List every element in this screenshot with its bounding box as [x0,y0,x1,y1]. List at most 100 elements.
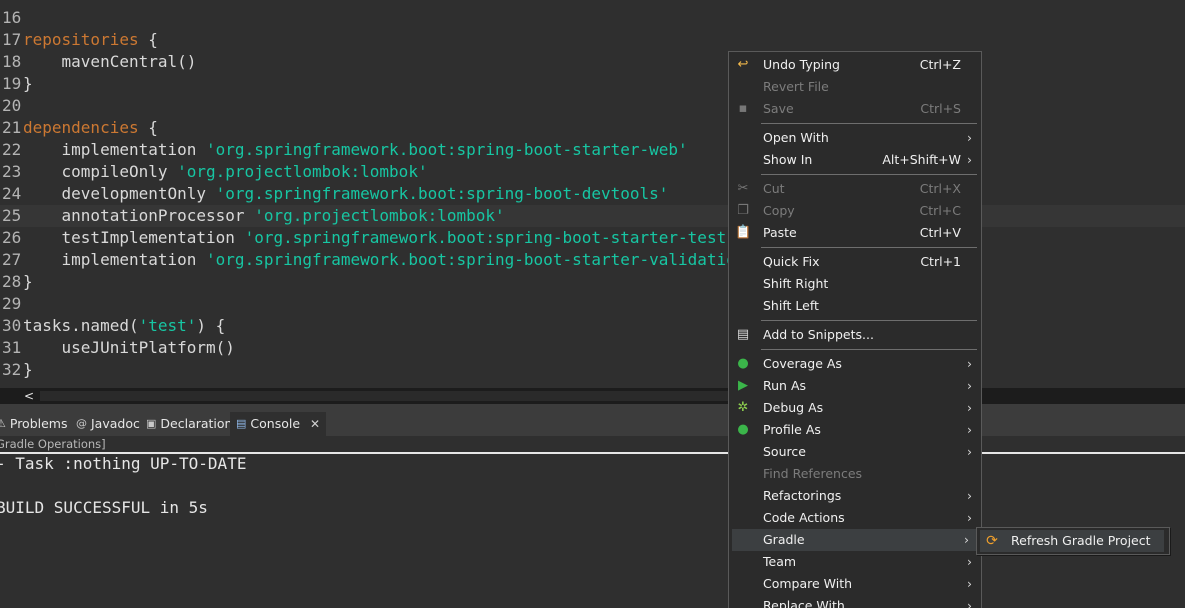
code-token: implementation [23,250,207,269]
menu-item-source[interactable]: Source › [729,441,981,463]
code-line[interactable]: 21 dependencies { [0,117,1185,139]
code-line[interactable]: 30 tasks.named('test') { [0,315,1185,337]
shortcut-label: Ctrl+1 [920,254,961,269]
menu-item-label: Paste [763,225,797,240]
chevron-right-icon: › [967,378,972,393]
code-line[interactable]: 27 implementation 'org.springframework.b… [0,249,1185,271]
tab-javadoc[interactable]: @ Javadoc [76,412,140,436]
code-token: useJUnitPlatform() [23,338,235,357]
chevron-right-icon: › [964,532,969,547]
menu-item-shift-left[interactable]: Shift Left [729,295,981,317]
menu-item-gradle[interactable]: Gradle › [732,529,978,551]
code-line[interactable]: 18 mavenCentral() [0,51,1185,73]
refresh-gradle-project-item[interactable]: ⟳ Refresh Gradle Project [980,530,1164,552]
code-line[interactable]: 28} [0,271,1185,293]
close-icon[interactable]: ✕ [310,412,320,436]
code-line[interactable]: 23 compileOnly 'org.projectlombok:lombok… [0,161,1185,183]
code-token: } [23,74,33,93]
shortcut-label: Ctrl+Z [919,57,961,72]
menu-item-replace-with[interactable]: Replace With › [729,595,981,608]
menu-item-profile-as[interactable]: ● Profile As › [729,419,981,441]
console-view[interactable]: Gradle Operations] - Task :nothing UP-TO… [0,436,1185,607]
menu-item-coverage-as[interactable]: ● Coverage As › [729,353,981,375]
menu-item-label: Revert File [763,79,829,94]
code-token: } [23,272,33,291]
save-icon: ▪ [738,101,748,116]
menu-item-label: Compare With [763,576,853,591]
chevron-right-icon: › [967,152,972,167]
menu-item-quick-fix[interactable]: Quick Fix Ctrl+1 [729,251,981,273]
menu-item-label: Find References [763,466,863,481]
string-literal: 'org.springframework.boot:spring-boot-st… [206,140,688,159]
coverage-icon: ● [737,356,749,371]
shortcut-label: Alt+Shift+W [882,152,961,167]
menu-item-refactorings[interactable]: Refactorings › [729,485,981,507]
string-literal: 'org.springframework.boot:spring-boot-st… [206,250,756,269]
code-text: } [23,271,33,293]
code-text: dependencies { [23,117,158,139]
menu-item-label: Source [763,444,806,459]
menu-item-team[interactable]: Team › [729,551,981,573]
console-title: Gradle Operations] [0,437,106,451]
menu-item-label: Gradle [763,532,805,547]
code-line[interactable]: 29 [0,293,1185,315]
code-editor[interactable]: 16 17 repositories {18 mavenCentral() 19} 20… [0,0,1185,388]
code-line[interactable]: 19} [0,73,1185,95]
menu-item-label: Show In [763,152,813,167]
refresh-icon: ⟳ [986,533,998,549]
debug-icon: ✲ [737,400,749,415]
code-token: { [138,30,158,49]
code-text: implementation 'org.springframework.boot… [23,249,756,271]
code-line[interactable]: 32} [0,359,1185,381]
menu-item-label: Undo Typing [763,57,840,72]
tab-label: Declaration [160,416,233,431]
menu-item-paste[interactable]: 📋 Paste Ctrl+V [729,222,981,244]
code-line[interactable]: 22 implementation 'org.springframework.b… [0,139,1185,161]
menu-item-find-references: Find References [729,463,981,485]
copy-icon: ❐ [737,203,749,218]
line-number: 25 [2,206,22,225]
chevron-right-icon: › [967,356,972,371]
code-text: compileOnly 'org.projectlombok:lombok' [23,161,428,183]
menu-item-cut: ✂ Cut Ctrl+X [729,178,981,200]
menu-item-compare-with[interactable]: Compare With › [729,573,981,595]
tab-console[interactable]: ▤ Console ✕ [230,412,327,436]
menu-item-add-to-snippets[interactable]: ▤ Add to Snippets... [729,324,981,346]
code-line[interactable]: 31 useJUnitPlatform() [0,337,1185,359]
code-line[interactable]: 20 [0,95,1185,117]
tab-declaration[interactable]: ▣ Declaration [146,412,232,436]
menu-item-open-with[interactable]: Open With › [729,127,981,149]
code-line[interactable]: 25 annotationProcessor 'org.projectlombo… [0,205,1185,227]
chevron-right-icon: › [967,554,972,569]
code-line[interactable]: 24 developmentOnly 'org.springframework.… [0,183,1185,205]
code-token: ) { [196,316,226,335]
line-number: 26 [2,228,22,247]
tab-problems[interactable]: ⚠ Problems [0,412,68,436]
line-number: 28 [2,272,22,291]
code-text: mavenCentral() [23,51,197,73]
paste-icon: 📋 [735,225,752,240]
horizontal-scrollbar[interactable]: < [0,388,1185,404]
line-number: 21 [2,118,22,137]
scroll-left-arrow[interactable]: < [24,388,34,404]
menu-item-label: Debug As [763,400,824,415]
panel-separator [0,404,1185,412]
menu-item-show-in[interactable]: Show In Alt+Shift+W › [729,149,981,171]
menu-item-run-as[interactable]: ▶ Run As › [729,375,981,397]
menu-separator [761,320,977,321]
menu-item-debug-as[interactable]: ✲ Debug As › [729,397,981,419]
scrollbar-track[interactable] [40,391,740,401]
menu-item-code-actions[interactable]: Code Actions › [729,507,981,529]
menu-item-undo-typing[interactable]: ↩ Undo Typing Ctrl+Z [729,54,981,76]
chevron-right-icon: › [967,488,972,503]
string-literal: 'org.springframework.boot:spring-boot-de… [215,184,669,203]
code-line[interactable]: 16 [0,7,1185,29]
code-line[interactable]: 17 repositories { [0,29,1185,51]
chevron-right-icon: › [967,598,972,608]
menu-item-shift-right[interactable]: Shift Right [729,273,981,295]
shortcut-label: Ctrl+C [919,203,961,218]
code-line[interactable]: 26 testImplementation 'org.springframewo… [0,227,1185,249]
menu-item-label: Shift Right [763,276,829,291]
line-number: 32 [2,360,22,379]
menu-item-label: Refresh Gradle Project [1011,533,1151,548]
